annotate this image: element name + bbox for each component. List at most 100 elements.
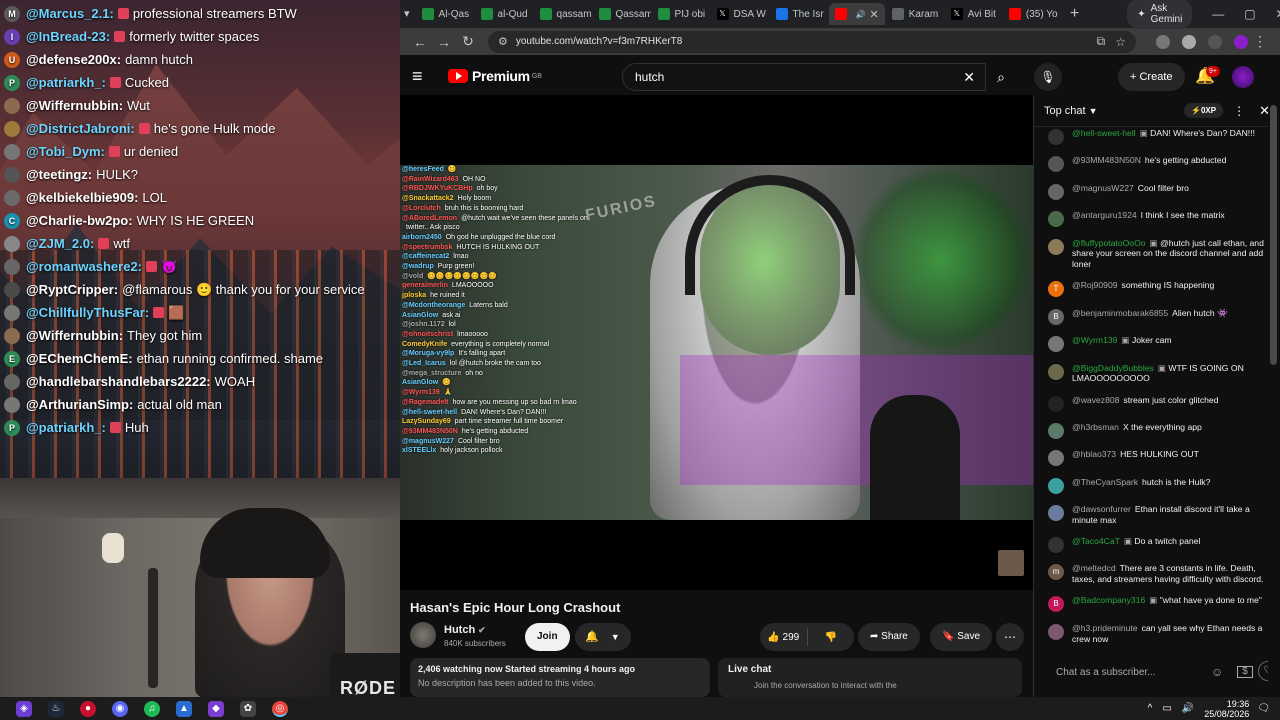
subscription-bell-button[interactable]: 🔔 ▼ — [575, 623, 631, 651]
channel-avatar[interactable] — [410, 622, 436, 648]
clock[interactable]: 19:36 25/08/2026 — [1204, 699, 1249, 719]
ask-gemini-button[interactable]: ✦ Ask Gemini — [1127, 0, 1193, 29]
channel-name[interactable]: Hutch ✔ — [444, 624, 486, 636]
like-button[interactable]: 👍 299 — [760, 632, 807, 643]
chatter-name[interactable]: @TheCyanSpark — [1072, 477, 1138, 487]
browser-tab[interactable]: PIJ obi — [652, 3, 710, 25]
chatter-name[interactable]: @magnusW227 — [1072, 183, 1134, 193]
browser-tab[interactable]: Qassam — [593, 3, 651, 25]
browser-tab[interactable]: (35) Yo — [1003, 3, 1061, 25]
chatter-avatar[interactable] — [1048, 477, 1064, 494]
app-icon-8[interactable]: ✿ — [240, 700, 256, 717]
chatter-name[interactable]: @fluffypotatoOoOo — [1072, 238, 1146, 248]
search-icon[interactable]: ⌕ — [986, 63, 1016, 91]
network-icon[interactable]: ▭ — [1162, 703, 1171, 714]
youtube-logo[interactable]: Premium GB — [448, 68, 542, 84]
browser-tab[interactable]: 𝕏 Avi Bit — [945, 3, 1002, 25]
search-input[interactable]: hutch ✕ — [622, 63, 986, 91]
reload-icon[interactable]: ↻ — [456, 33, 480, 50]
browser-tab[interactable]: al-Qud — [475, 3, 533, 25]
install-app-icon[interactable]: ⧉ — [1097, 34, 1106, 49]
chatter-name[interactable]: @Badcompany316 — [1072, 595, 1145, 605]
chatter-avatar[interactable] — [1048, 211, 1064, 228]
video-frame[interactable]: FURIOS @heresFeed 😊 @RainWizard463 OH NO @RB… — [400, 165, 1033, 520]
profile-avatar[interactable] — [1234, 34, 1248, 49]
maximize-icon[interactable]: ▢ — [1244, 7, 1255, 21]
chatter-name[interactable]: @hell-sweet-hell — [1072, 128, 1136, 138]
chatter-name[interactable]: @h3rbsman — [1072, 422, 1119, 432]
url-field[interactable]: ⚙ youtube.com/watch?v=f3m7RHKerT8 ⧉ ☆ — [488, 30, 1136, 53]
page-scrollbar[interactable] — [1268, 95, 1280, 690]
chat-mode-selector[interactable]: Top chat — [1044, 105, 1086, 117]
chatter-name[interactable]: @antarguru1924 — [1072, 210, 1137, 220]
chatter-avatar[interactable] — [1048, 623, 1064, 640]
chatter-avatar[interactable]: B — [1048, 308, 1064, 325]
live-chat-card[interactable]: Live chat Join the conversation to inter… — [718, 658, 1022, 697]
app-icon-3[interactable]: ● — [80, 700, 96, 717]
description-box[interactable]: 2,406 watching now Started streaming 4 h… — [410, 658, 710, 697]
chatter-name[interactable]: @dawsonfurrer — [1072, 504, 1131, 514]
chatter-name[interactable]: @h3.prideminute — [1072, 623, 1138, 633]
discord-icon[interactable]: ◉ — [112, 700, 128, 717]
chatter-avatar[interactable] — [1048, 238, 1064, 255]
browser-tab[interactable]: 𝕏 DSA W — [711, 3, 769, 25]
chatter-avatar[interactable]: m — [1048, 564, 1064, 581]
site-info-icon[interactable]: ⚙ — [498, 35, 508, 48]
hamburger-menu-icon[interactable]: ≡ — [412, 66, 436, 87]
close-window-icon[interactable]: ✕ — [1276, 7, 1280, 21]
join-button[interactable]: Join — [525, 623, 570, 651]
volume-icon[interactable]: 🔊 — [1182, 703, 1194, 714]
chatter-avatar[interactable] — [1048, 422, 1064, 439]
chat-input[interactable]: Chat as a subscriber... — [1044, 661, 1209, 685]
chatter-avatar[interactable] — [1048, 395, 1064, 412]
tab-audio-icon[interactable]: 🔊 — [856, 10, 866, 19]
chatter-avatar[interactable]: T — [1048, 281, 1064, 298]
browser-menu-icon[interactable]: ⋮ — [1248, 33, 1272, 50]
extension-icon[interactable] — [1156, 34, 1170, 49]
browser-tab[interactable]: 🔊 ✕ — [828, 3, 885, 25]
chatter-avatar[interactable] — [1048, 537, 1064, 554]
chatter-avatar[interactable] — [1048, 129, 1064, 145]
dislike-button[interactable]: 👎 — [808, 632, 855, 643]
chatter-name[interactable]: @meltedcd — [1072, 563, 1116, 573]
super-chat-icon[interactable]: $ — [1237, 666, 1253, 678]
steam-icon[interactable]: ♨ — [48, 700, 64, 717]
chevron-down-icon[interactable]: ▼ — [1089, 106, 1098, 116]
chatter-avatar[interactable] — [1048, 450, 1064, 467]
back-icon[interactable]: ← — [408, 34, 432, 50]
app-icon-7[interactable]: ◆ — [208, 700, 224, 717]
browser-tab[interactable]: qassam — [534, 3, 592, 25]
tab-close-icon[interactable]: ✕ — [870, 8, 879, 21]
create-button[interactable]: + Create — [1118, 63, 1185, 91]
app-icon-6[interactable]: ▲ — [176, 700, 192, 717]
browser-tab[interactable]: The Isr — [770, 3, 828, 25]
chatter-name[interactable]: @Taco4CaT — [1072, 536, 1120, 546]
tab-search-icon[interactable]: ▾ — [404, 5, 410, 23]
chatter-name[interactable]: @hblao373 — [1072, 449, 1116, 459]
chatter-avatar[interactable] — [1048, 156, 1064, 173]
emoji-icon[interactable]: ☺ — [1211, 665, 1223, 679]
new-tab-icon[interactable]: + — [1070, 5, 1079, 23]
chatter-name[interactable]: @wavez808 — [1072, 395, 1119, 405]
clear-search-icon[interactable]: ✕ — [963, 69, 975, 86]
chatter-name[interactable]: @BiggDaddyBubbles — [1072, 363, 1154, 373]
chatter-avatar[interactable] — [1048, 505, 1064, 522]
chatter-name[interactable]: @Wyrm139 — [1072, 335, 1117, 345]
chatter-name[interactable]: @benjaminmobarak6855 — [1072, 308, 1168, 318]
browser-tab[interactable]: Al-Qas — [416, 3, 474, 25]
save-button[interactable]: 🔖 Save — [930, 623, 993, 651]
page-scroll-thumb[interactable] — [1270, 105, 1277, 365]
minimize-icon[interactable]: — — [1212, 7, 1224, 21]
media-controls-icon[interactable] — [1208, 34, 1222, 49]
chatter-avatar[interactable]: B — [1048, 596, 1064, 613]
voice-search-icon[interactable]: 🎙 — [1034, 63, 1062, 91]
account-avatar[interactable] — [1232, 66, 1254, 88]
bookmark-star-icon[interactable]: ☆ — [1115, 35, 1126, 49]
chatter-name[interactable]: @93MM483N50N — [1072, 155, 1141, 165]
forward-icon[interactable]: → — [432, 34, 456, 50]
more-actions-icon[interactable]: ⋯ — [996, 623, 1024, 651]
spotify-icon[interactable]: ♫ — [144, 700, 160, 717]
tray-chevron-icon[interactable]: ^ — [1148, 703, 1153, 714]
chat-options-icon[interactable]: ⋮ — [1233, 104, 1245, 118]
chatter-avatar[interactable] — [1048, 363, 1064, 380]
